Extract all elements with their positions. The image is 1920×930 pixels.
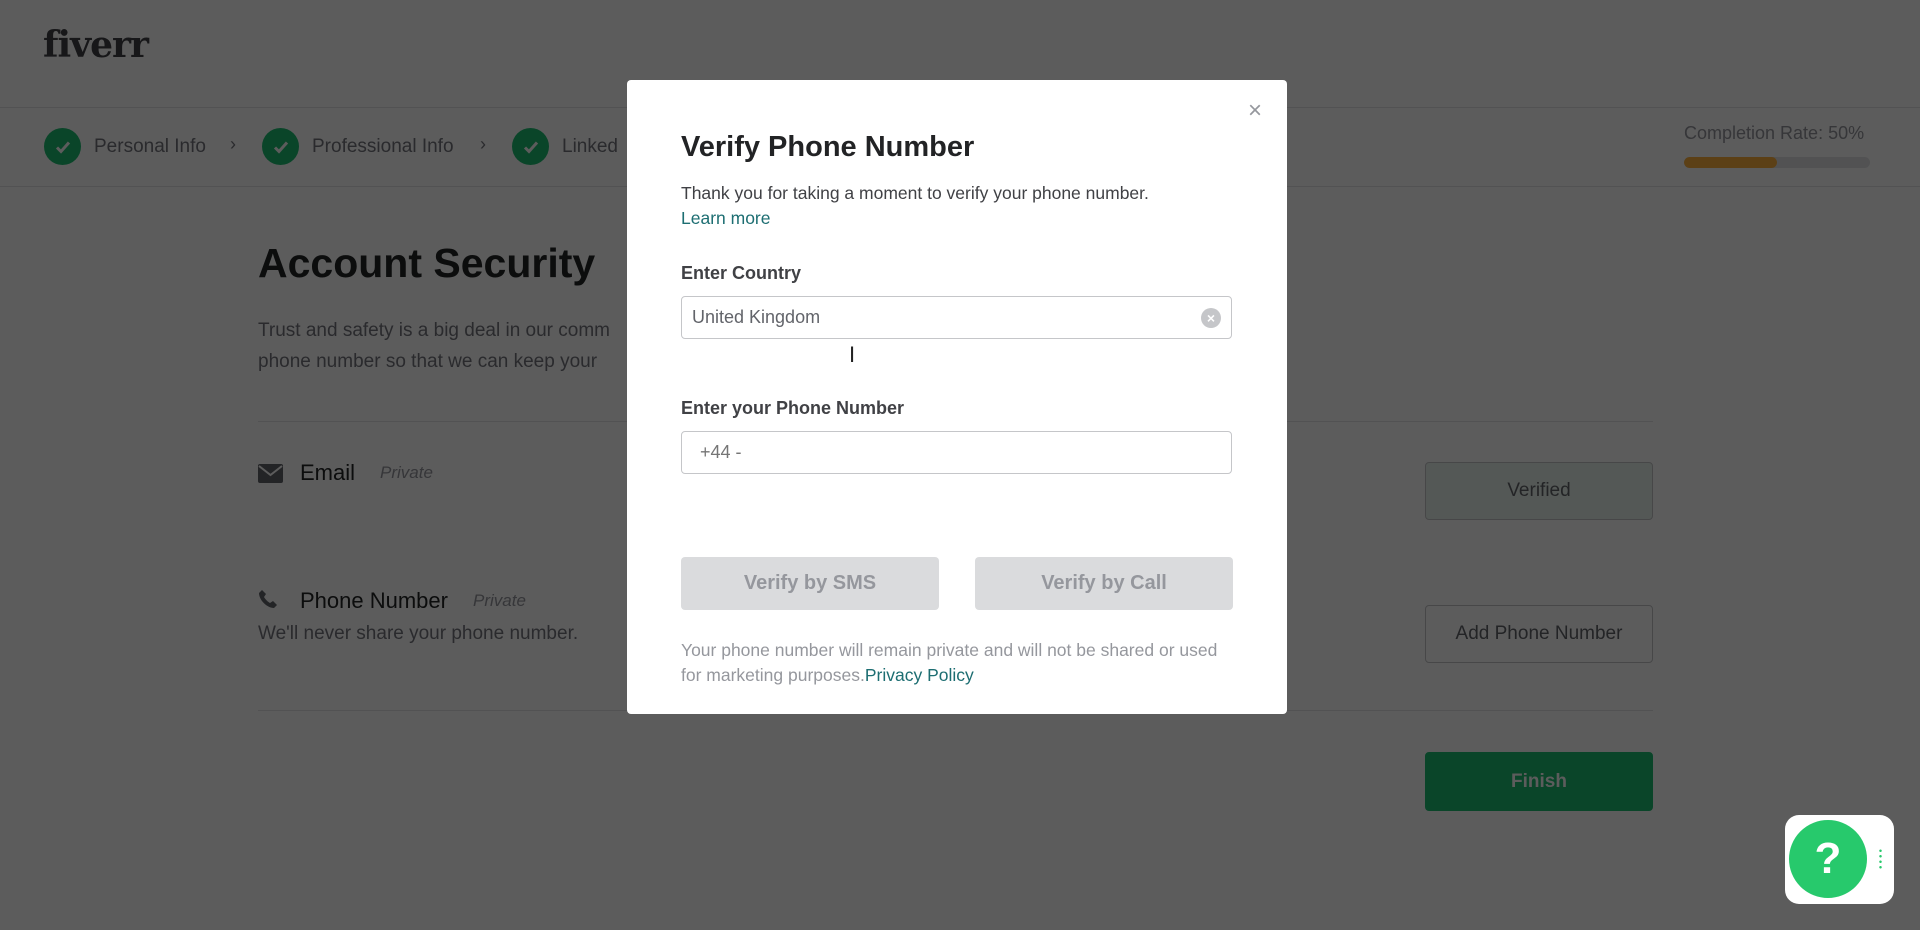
email-label: Email [300,460,356,485]
chevron-right-icon: › [230,134,236,154]
clear-icon[interactable]: × [1201,308,1221,328]
step-linked-accounts[interactable]: Linked [512,128,618,165]
learn-more-link[interactable]: Learn more [681,208,771,229]
modal-description: Thank you for taking a moment to verify … [681,183,1149,203]
page-title: Account Security [258,240,596,286]
modal-title: Verify Phone Number [681,131,975,163]
privacy-badge: Private [472,591,526,610]
step-professional-info[interactable]: Professional Info [262,128,454,165]
phone-number-input[interactable] [681,431,1232,474]
check-circle-icon [512,128,549,165]
verify-by-call-button[interactable]: Verify by Call [975,557,1233,610]
country-label: Enter Country [681,263,802,283]
check-circle-icon [44,128,81,165]
chevron-right-icon: › [480,134,486,154]
country-value: United Kingdom [692,307,821,327]
phone-number-label: Enter your Phone Number [681,398,905,418]
check-circle-icon [262,128,299,165]
step-label: Personal Info [94,135,206,157]
intro-text: Trust and safety is a big deal in our co… [258,320,611,341]
completion-rate-label: Completion Rate: 50% [1684,123,1865,143]
close-icon[interactable]: × [1248,97,1262,125]
verify-by-sms-button[interactable]: Verify by SMS [681,557,939,610]
fiverr-logo[interactable]: fiverr [43,24,149,66]
verified-button[interactable]: Verified [1425,462,1653,520]
step-label: Linked [562,135,618,157]
intro-text: phone number so that we can keep your [258,351,598,372]
finish-button[interactable]: Finish [1425,752,1653,811]
privacy-badge: Private [380,463,433,482]
phone-row: Phone Number Private [258,588,526,614]
add-phone-number-button[interactable]: Add Phone Number [1425,605,1653,663]
more-options-icon[interactable] [1879,848,1882,870]
phone-label: Phone Number [300,588,448,613]
country-input[interactable]: United Kingdom × [681,296,1232,339]
verify-phone-modal: × Verify Phone Number Thank you for taki… [627,80,1287,714]
phone-note: We'll never share your phone number. [258,623,579,644]
help-button[interactable]: ? [1786,817,1870,901]
envelope-icon [258,463,283,483]
privacy-policy-link[interactable]: Privacy Policy [865,665,974,685]
email-row: Email Private [258,460,433,486]
completion-progress-fill [1684,157,1777,168]
completion-progress-bar [1684,157,1870,168]
step-label: Professional Info [312,135,454,157]
phone-icon [258,589,283,614]
text-cursor-icon: I [849,342,856,367]
privacy-note: Your phone number will remain private an… [681,638,1241,688]
help-widget[interactable]: ? [1785,815,1894,904]
step-personal-info[interactable]: Personal Info [44,128,206,165]
